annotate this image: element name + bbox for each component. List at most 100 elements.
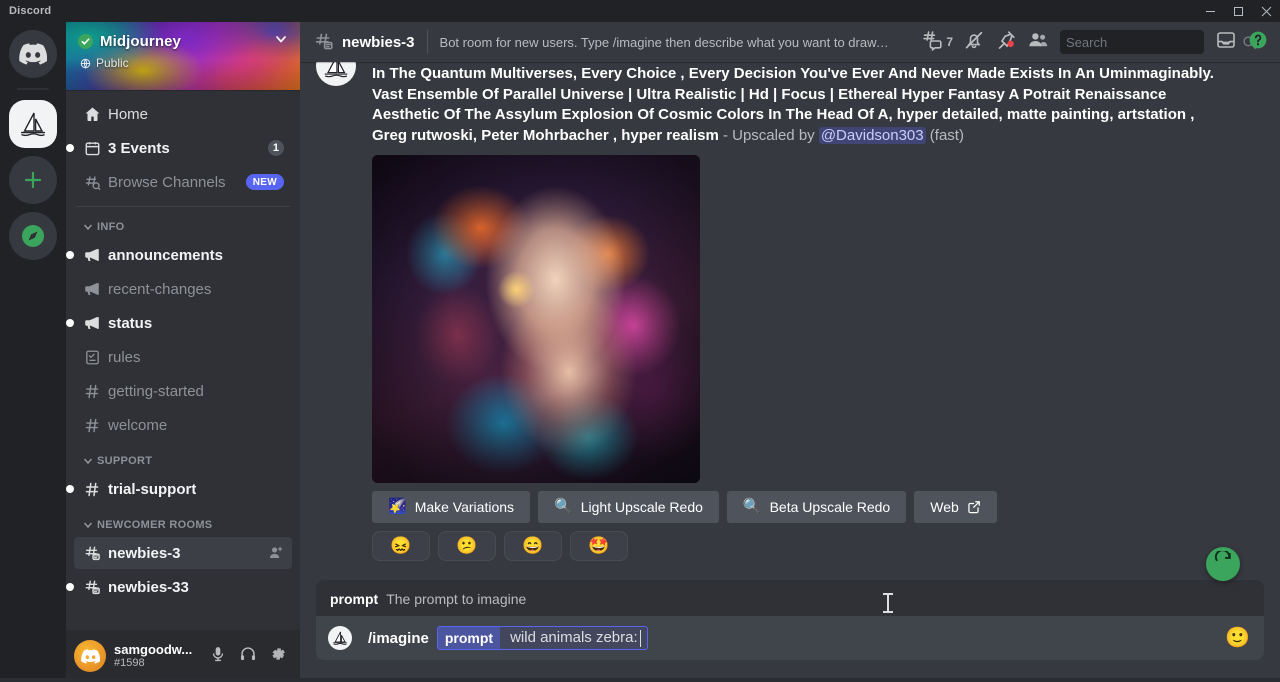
inbox-icon — [1215, 29, 1237, 56]
compass-icon — [9, 212, 57, 260]
message-input-bar[interactable]: /imagine prompt wild animals zebra: 🙂 — [316, 593, 1264, 660]
sidebar-item-browse-channels[interactable]: Browse Channels NEW — [74, 166, 292, 198]
slash-option-description: The prompt to imagine — [386, 591, 527, 607]
app-title: Discord — [9, 5, 52, 17]
rail-item-explore-servers[interactable] — [9, 212, 57, 260]
sidebar-item-newbies-33[interactable]: newbies-33 — [66, 571, 292, 603]
sidebar-item-trial-support[interactable]: trial-support — [66, 473, 292, 505]
slash-command-hint: prompt The prompt to imagine — [316, 581, 1264, 616]
sidebar-item-events[interactable]: 3 Events 1 — [66, 132, 292, 164]
discord-icon — [9, 30, 57, 78]
server-name: Midjourney — [100, 33, 182, 50]
star-struck-emoji: 🤩 — [588, 535, 610, 555]
microphone-icon — [209, 645, 227, 668]
window-controls — [1196, 0, 1280, 22]
sidebar-item-getting-started[interactable]: getting-started — [74, 375, 292, 407]
announcement-icon — [82, 279, 102, 299]
emoji-picker-button[interactable]: 🙂 — [1225, 628, 1250, 648]
new-badge: NEW — [245, 174, 284, 190]
sidebar-item-recent-changes-label: recent-changes — [108, 280, 212, 298]
avatar[interactable] — [316, 62, 356, 86]
refresh-icon — [1213, 549, 1234, 577]
help-button[interactable] — [1244, 30, 1272, 54]
sidebar-item-newbies-3[interactable]: newbies-3 — [74, 537, 292, 569]
user-settings-button[interactable] — [264, 642, 292, 670]
window-close-button[interactable] — [1252, 0, 1280, 22]
sidebar-item-home[interactable]: Home — [74, 98, 292, 130]
sidebar-item-recent-changes[interactable]: recent-changes — [74, 273, 292, 305]
category-info[interactable]: INFO — [74, 215, 292, 239]
category-support-label: SUPPORT — [97, 455, 153, 467]
member-list-button[interactable] — [1024, 30, 1052, 54]
sidebar-divider — [76, 206, 290, 207]
beta-upscale-redo-button[interactable]: 🔍 Beta Upscale Redo — [726, 490, 907, 523]
sidebar-item-status[interactable]: status — [66, 307, 292, 339]
rail-item-discord-home[interactable] — [9, 30, 57, 78]
message-speed-note: (fast) — [925, 126, 964, 144]
light-upscale-redo-button[interactable]: 🔍 Light Upscale Redo — [538, 490, 719, 523]
rail-item-server-midjourney[interactable] — [9, 100, 57, 148]
add-member-icon[interactable] — [268, 545, 284, 561]
sidebar-item-trial-support-label: trial-support — [108, 480, 197, 498]
threads-icon — [921, 29, 943, 56]
sidebar-item-newbies-33-label: newbies-33 — [108, 578, 189, 596]
plus-icon — [9, 156, 57, 204]
prompt-option-key: prompt — [437, 627, 501, 649]
channel-topic: Bot room for new users. Type /imagine th… — [439, 34, 892, 50]
pinned-messages-button[interactable] — [992, 30, 1020, 54]
sidebar-item-rules-label: rules — [108, 348, 141, 366]
frowning-face-emoji: 😕 — [456, 535, 478, 555]
reaction-confounded[interactable]: 😖 — [372, 530, 430, 561]
chevron-down-icon[interactable] — [274, 32, 288, 51]
sidebar-item-status-label: status — [108, 314, 153, 332]
sidebar-item-announcements-label: announcements — [108, 246, 224, 264]
prompt-option-chip[interactable]: prompt wild animals zebra: — [436, 626, 648, 650]
window-bottom-strip — [0, 678, 1280, 682]
message-list[interactable]: In The Quantum Multiverses, Every Choice… — [300, 62, 1280, 581]
server-privacy-label: Public — [96, 56, 129, 70]
category-newcomer-rooms[interactable]: NEWCOMER ROOMS — [74, 513, 292, 537]
search-box[interactable] — [1060, 30, 1257, 54]
user-panel: samgoodw... #1598 — [66, 630, 300, 682]
sidebar-item-rules[interactable]: rules — [74, 341, 292, 373]
category-support[interactable]: SUPPORT — [74, 449, 292, 473]
notification-settings-button[interactable] — [960, 30, 988, 54]
user-mention[interactable]: @Davidson303 — [818, 126, 926, 144]
message-image[interactable] — [372, 154, 700, 483]
main-content: newbies-3 Bot room for new users. Type /… — [300, 22, 1280, 682]
chevron-down-icon — [82, 455, 94, 467]
gear-icon — [269, 645, 287, 668]
calendar-icon — [82, 138, 102, 158]
channel-list[interactable]: Home 3 Events 1 Browse Channels NEW INFO… — [66, 90, 300, 630]
regenerate-button[interactable] — [1206, 547, 1240, 581]
inbox-button[interactable] — [1212, 30, 1240, 54]
unread-indicator — [66, 251, 74, 259]
forum-icon — [314, 32, 334, 52]
external-link-icon — [967, 500, 981, 514]
composer-area: prompt The prompt to imagine /imagine pr… — [300, 547, 1280, 682]
prompt-option-value[interactable]: wild animals zebra: — [500, 627, 640, 649]
avatar[interactable] — [74, 640, 106, 672]
deafen-button[interactable] — [234, 642, 262, 670]
reaction-frowning[interactable]: 😕 — [438, 530, 496, 561]
magnifier-icon: 🔍 — [554, 498, 573, 515]
text-caret — [639, 629, 641, 647]
threads-button[interactable]: 7 — [918, 30, 956, 54]
unread-indicator — [66, 319, 74, 327]
pin-icon — [995, 29, 1017, 56]
web-button[interactable]: Web — [914, 490, 997, 523]
window-minimize-button[interactable] — [1196, 0, 1224, 22]
make-variations-button[interactable]: 🌠 Make Variations — [372, 490, 531, 523]
sidebar-item-welcome[interactable]: welcome — [74, 409, 292, 441]
hash-icon — [82, 415, 102, 435]
sidebar-item-announcements[interactable]: announcements — [66, 239, 292, 271]
window-maximize-button[interactable] — [1224, 0, 1252, 22]
avatar — [328, 626, 352, 650]
rail-item-add-server[interactable] — [9, 156, 57, 204]
mute-microphone-button[interactable] — [204, 642, 232, 670]
reaction-star-struck[interactable]: 🤩 — [570, 530, 628, 561]
hash-icon — [82, 381, 102, 401]
server-banner[interactable]: Midjourney Public — [66, 22, 300, 90]
verified-badge-icon — [78, 34, 93, 49]
reaction-grin[interactable]: 😄 — [504, 530, 562, 561]
